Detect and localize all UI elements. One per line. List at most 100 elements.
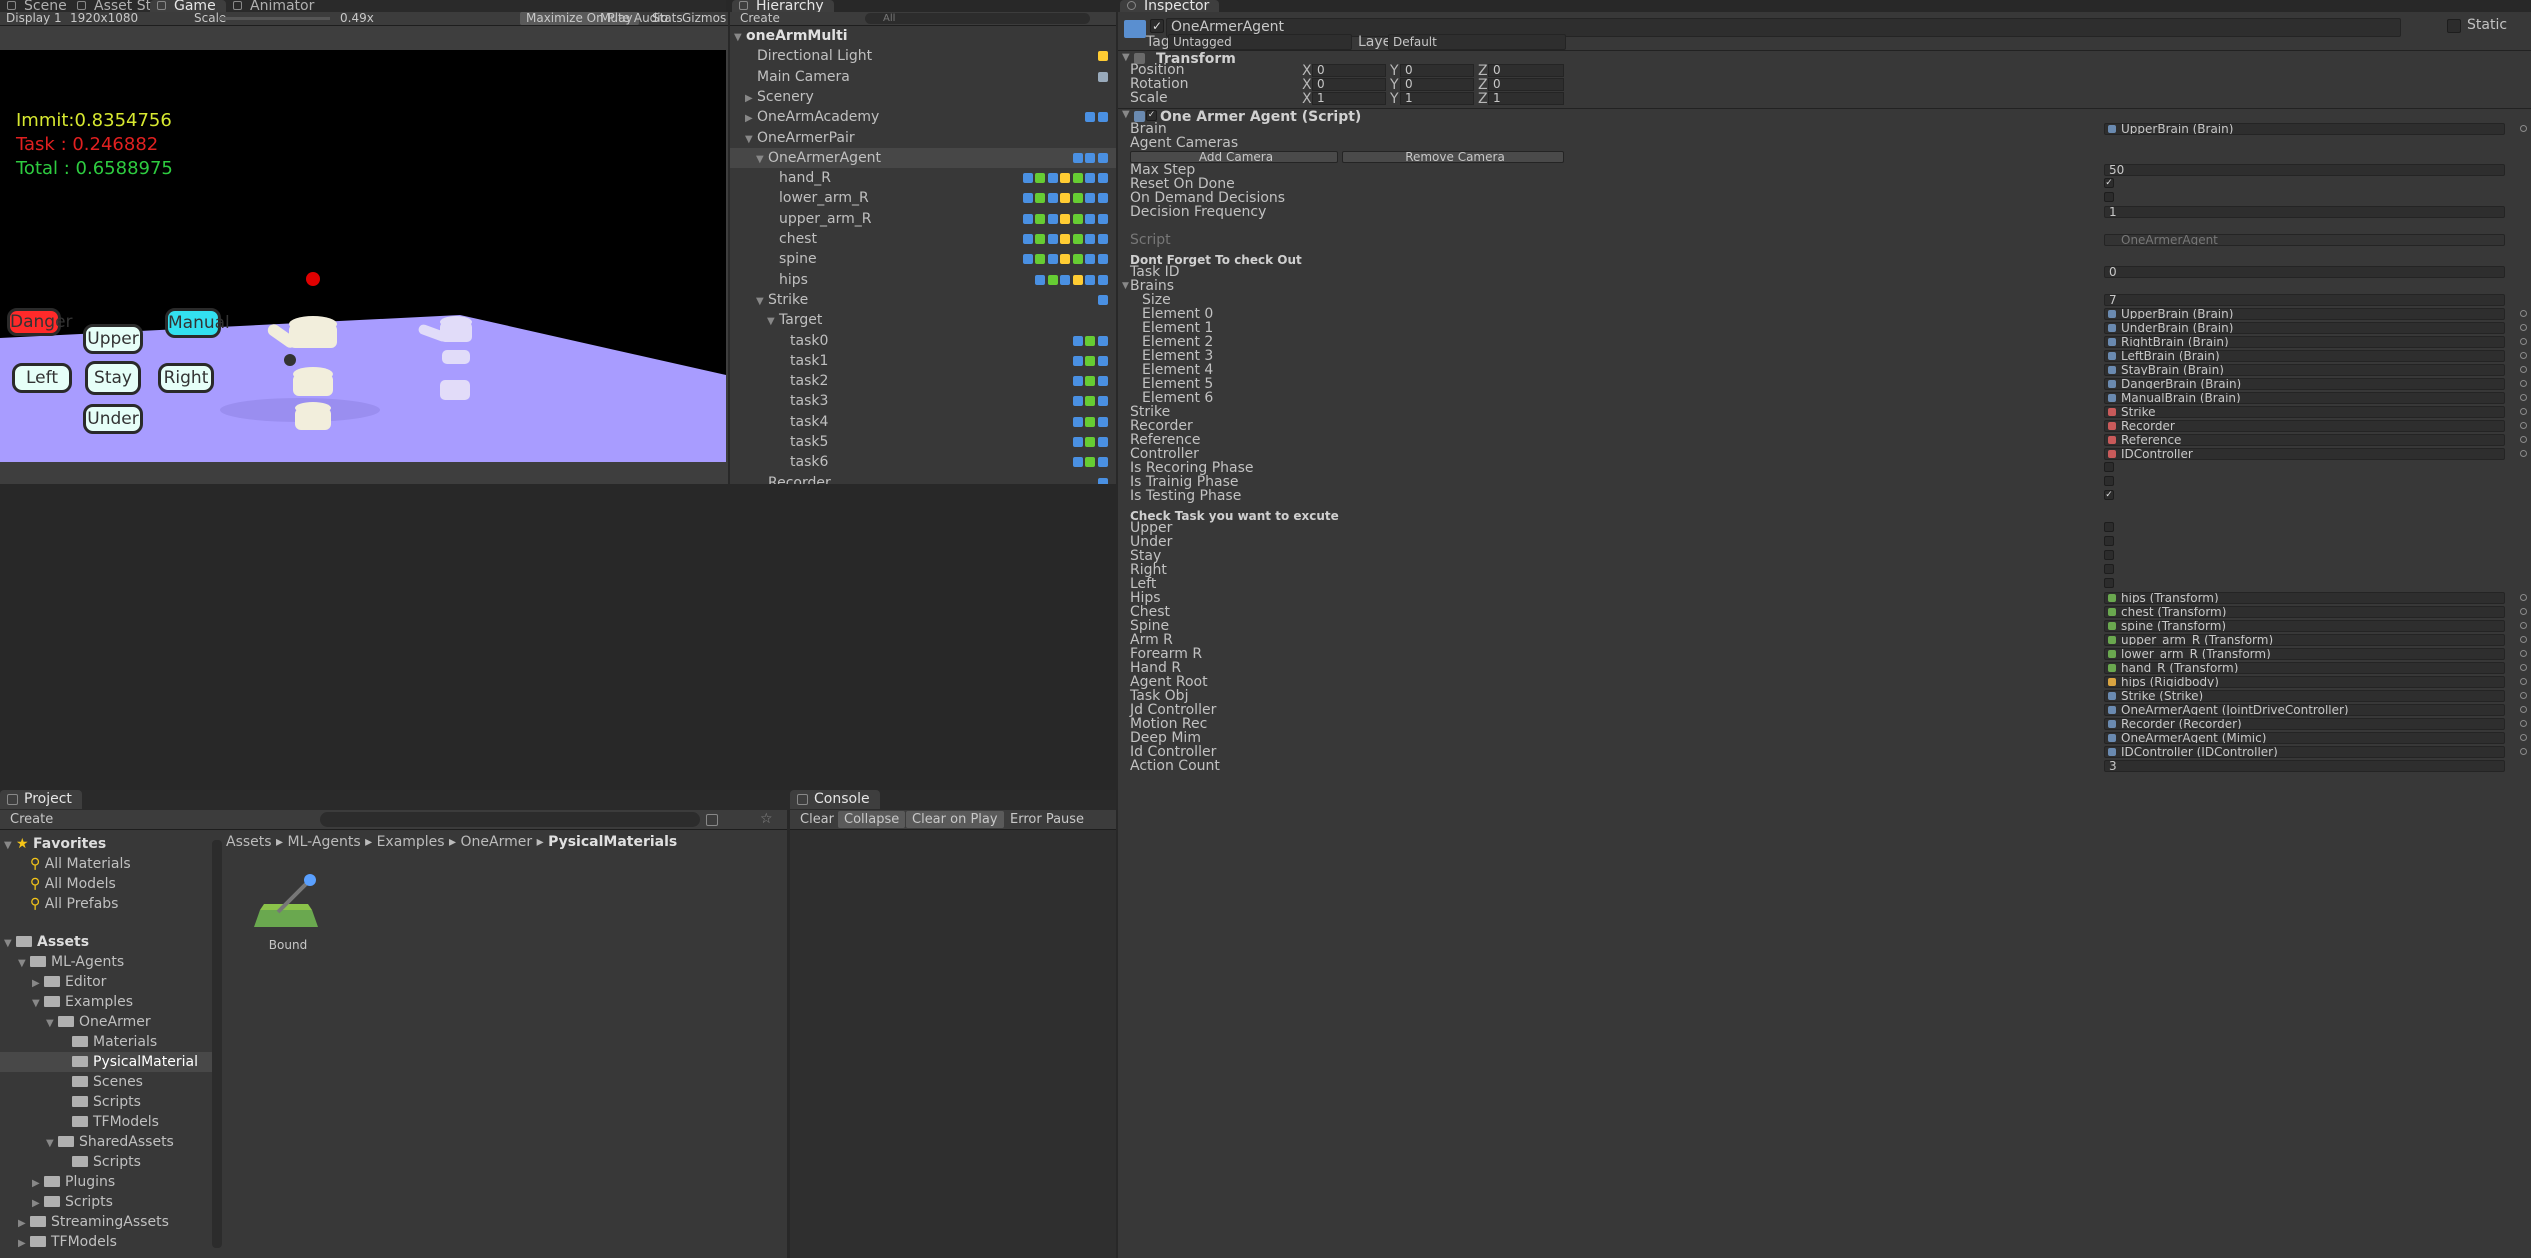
hierarchy-item[interactable]: task1 [730,351,1116,371]
expand-open-icon[interactable]: ▼ [745,130,757,150]
expand-open-icon[interactable]: ▼ [1122,104,1130,126]
tree-scrollbar[interactable] [212,840,222,1248]
resolution-select[interactable]: 1920x1080 [64,12,144,25]
hierarchy-create-button[interactable]: Create [734,12,786,25]
expand-open-icon[interactable]: ▼ [767,312,779,332]
component-reference-field[interactable]: hips (Transform) [2104,592,2505,604]
expand-closed-icon[interactable]: ▶ [745,109,757,129]
hierarchy-item[interactable]: Directional Light [730,46,1116,66]
hierarchy-item[interactable]: ▼ Target [730,310,1116,330]
tab-scene[interactable]: Scene [0,0,77,13]
hierarchy-item[interactable]: ▶ OneArmAcademy [730,107,1116,127]
reference-field[interactable]: Strike [2104,406,2505,418]
crumb[interactable]: OneArmer [461,834,533,850]
expand-open-icon[interactable]: ▼ [756,150,768,170]
favorite-item[interactable]: ⚲ All Materials [30,854,131,874]
display-select[interactable]: Display 1 [0,12,68,25]
object-picker-icon[interactable] [2520,436,2527,443]
project-search-input[interactable] [320,812,700,827]
transform-x-field[interactable]: 0 [1312,64,1386,77]
object-picker-icon[interactable] [2520,748,2527,755]
expand-closed-icon[interactable]: ▶ [745,89,757,109]
star-filter-icon[interactable]: ☆ [760,811,773,827]
project-create-button[interactable]: Create [4,811,59,828]
hierarchy-item[interactable]: ▼ OneArmerPair [730,128,1116,148]
task-toggle-checkbox[interactable] [2104,578,2114,588]
project-tree-item[interactable]: Scenes [0,1072,212,1092]
hierarchy-item[interactable]: ▼ Strike [730,290,1116,310]
project-tree-item[interactable]: ▶ Plugins [0,1172,212,1192]
task-toggle-checkbox[interactable] [2104,564,2114,574]
on-demand-checkbox[interactable] [2104,192,2114,202]
tab-animator[interactable]: Animator [226,0,324,13]
project-tree-item[interactable]: ▼ ML-Agents [0,952,212,972]
component-reference-field[interactable]: lower_arm_R (Transform) [2104,648,2505,660]
crumb[interactable]: Assets [226,834,272,850]
object-picker-icon[interactable] [2520,664,2527,671]
tab-inspector[interactable]: Inspector [1120,0,1220,13]
object-picker-icon[interactable] [2520,422,2527,429]
transform-y-field[interactable]: 1 [1400,92,1474,105]
task-toggle-checkbox[interactable] [2104,550,2114,560]
hierarchy-item[interactable]: hips [730,270,1116,290]
favorites-header[interactable]: ▼ ★ Favorites [4,834,106,854]
object-picker-icon[interactable] [2520,408,2527,415]
tab-project[interactable]: Project [0,790,82,809]
transform-z-field[interactable]: 0 [1488,64,1564,77]
asset-item-bound[interactable]: Bound [248,872,328,962]
hierarchy-item[interactable]: task0 [730,331,1116,351]
left-button[interactable]: Left [12,363,72,393]
phase-checkbox[interactable] [2104,462,2114,472]
search-by-type-icon[interactable] [706,814,718,826]
tab-game[interactable]: Game [150,0,226,13]
hierarchy-item[interactable]: hand_R [730,168,1116,188]
transform-y-field[interactable]: 0 [1400,78,1474,91]
transform-y-field[interactable]: 0 [1400,64,1474,77]
favorite-item[interactable]: ⚲ All Models [30,874,116,894]
manual-button[interactable]: Manual [165,308,230,338]
brain-field[interactable]: UpperBrain (Brain) [2104,123,2505,135]
transform-z-field[interactable]: 0 [1488,78,1564,91]
under-button[interactable]: Under [83,404,143,434]
reset-on-done-checkbox[interactable]: ✓ [2104,178,2114,188]
script-enabled-checkbox[interactable]: ✓ [1146,110,1157,121]
project-tree-item[interactable]: ▶ StreamingAssets [0,1212,212,1232]
object-picker-icon[interactable] [2520,324,2527,331]
expand-closed-icon[interactable]: ▶ [18,1214,30,1234]
component-reference-field[interactable]: IDController (IDController) [2104,746,2505,758]
static-checkbox[interactable] [2447,19,2461,33]
tag-dropdown[interactable]: Untagged [1168,34,1352,50]
project-tree-item[interactable]: ▼ OneArmer [0,1012,212,1032]
object-picker-icon[interactable] [2520,338,2527,345]
brain-element-field[interactable]: RightBrain (Brain) [2104,336,2505,348]
tab-console[interactable]: Console [790,790,880,809]
component-reference-field[interactable]: hand_R (Transform) [2104,662,2505,674]
component-reference-field[interactable]: chest (Transform) [2104,606,2505,618]
object-picker-icon[interactable] [2520,678,2527,685]
hierarchy-item[interactable]: spine [730,249,1116,269]
hierarchy-item[interactable]: Main Camera [730,67,1116,87]
project-tree-item[interactable]: TFModels [0,1112,212,1132]
object-picker-icon[interactable] [2520,622,2527,629]
tab-hierarchy[interactable]: Hierarchy [732,0,834,13]
reference-field[interactable]: Reference [2104,434,2505,446]
project-tree-item[interactable]: Scripts [0,1092,212,1112]
transform-x-field[interactable]: 1 [1312,92,1386,105]
hierarchy-item[interactable]: chest [730,229,1116,249]
object-picker-icon[interactable] [2520,692,2527,699]
object-picker-icon[interactable] [2520,720,2527,727]
max-step-field[interactable]: 50 [2104,164,2505,176]
expand-closed-icon[interactable]: ▶ [32,1174,44,1194]
expand-open-icon[interactable]: ▼ [32,994,44,1014]
expand-open-icon[interactable]: ▼ [46,1014,58,1034]
object-picker-icon[interactable] [2520,310,2527,317]
object-picker-icon[interactable] [2520,450,2527,457]
expand-open-icon[interactable]: ▼ [18,954,30,974]
object-picker-icon[interactable] [2520,125,2527,132]
favorite-item[interactable]: ⚲ All Prefabs [30,894,118,914]
layer-dropdown[interactable]: Default [1388,34,1566,50]
task-toggle-checkbox[interactable] [2104,536,2114,546]
project-tree-item[interactable]: PysicalMaterial [0,1052,212,1072]
object-picker-icon[interactable] [2520,706,2527,713]
object-picker-icon[interactable] [2520,380,2527,387]
